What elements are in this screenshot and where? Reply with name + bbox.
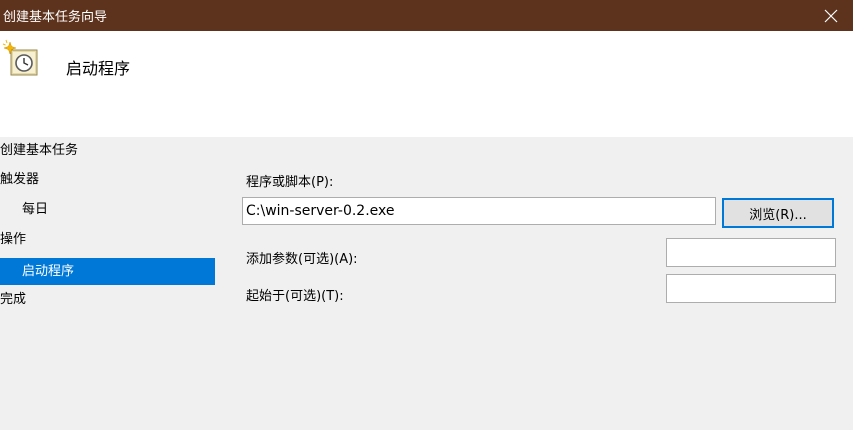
arguments-label: 添加参数(可选)(A): xyxy=(246,252,358,267)
nav-step-finish[interactable]: 完成 xyxy=(0,286,26,313)
nav-step-create-basic-task[interactable]: 创建基本任务 xyxy=(0,137,78,164)
window-title: 创建基本任务向导 xyxy=(3,10,108,25)
nav-step-trigger[interactable]: 触发器 xyxy=(0,166,39,193)
title-bar: 创建基本任务向导 xyxy=(0,0,853,31)
nav-step-start-program[interactable]: 启动程序 xyxy=(0,258,215,285)
nav-step-action[interactable]: 操作 xyxy=(0,226,26,253)
nav-step-daily[interactable]: 每日 xyxy=(0,196,215,223)
start-in-input[interactable] xyxy=(666,274,836,303)
program-script-label: 程序或脚本(P): xyxy=(246,175,334,190)
close-icon xyxy=(824,9,838,22)
page-title: 启动程序 xyxy=(66,59,131,78)
scheduled-task-clock-icon xyxy=(2,39,38,76)
browse-button[interactable]: 浏览(R)... xyxy=(722,198,834,228)
wizard-header: 启动程序 xyxy=(0,31,853,137)
start-in-label: 起始于(可选)(T): xyxy=(246,289,344,304)
program-script-input[interactable] xyxy=(242,197,716,225)
arguments-input[interactable] xyxy=(666,238,836,267)
wizard-steps-nav: 创建基本任务 触发器 每日 操作 启动程序 完成 xyxy=(0,137,216,430)
close-button[interactable] xyxy=(809,0,853,31)
